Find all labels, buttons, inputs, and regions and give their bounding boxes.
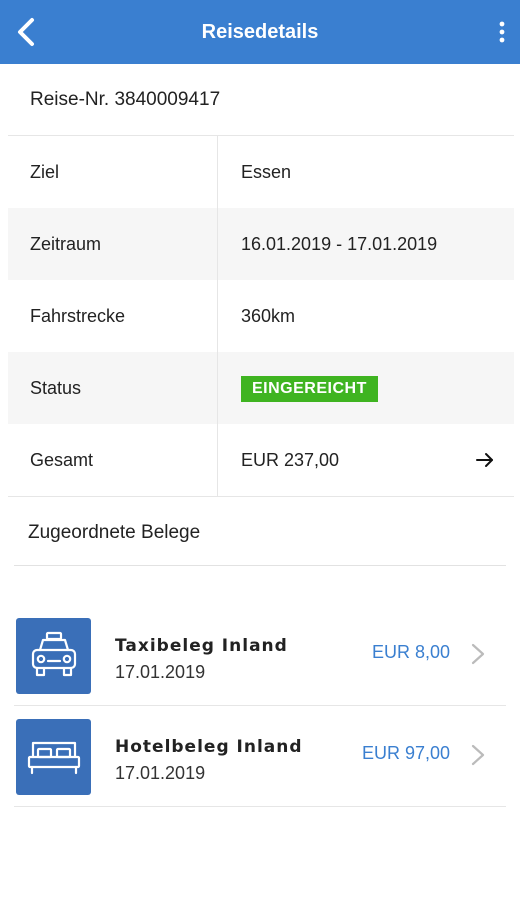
- gesamt-value: EUR 237,00: [241, 450, 340, 470]
- status-label: Status: [30, 378, 82, 398]
- ziel-value: Essen: [241, 162, 292, 182]
- back-button[interactable]: [6, 10, 46, 54]
- chevron-left-icon: [18, 18, 34, 46]
- receipt-date: 17.01.2019: [115, 763, 206, 783]
- detail-row-gesamt[interactable]: Gesamt EUR 237,00: [8, 424, 514, 496]
- detail-row-status: Status EINGEREICHT: [8, 352, 514, 424]
- detail-row-ziel: Ziel Essen: [8, 136, 514, 208]
- bed-icon: [27, 741, 80, 775]
- receipt-item-taxi[interactable]: Taxibeleg Inland 17.01.2019 EUR 8,00: [14, 606, 506, 706]
- trip-number: Reise-Nr. 3840009417: [30, 89, 221, 110]
- arrow-right-icon: [476, 453, 493, 467]
- receipts-section-title: Zugeordnete Belege: [28, 522, 201, 543]
- taxi-icon: [31, 631, 76, 677]
- trip-number-row: Reise-Nr. 3840009417: [8, 64, 514, 136]
- taxi-icon-tile: [16, 618, 91, 694]
- receipt-item-hotel[interactable]: Hotelbeleg Inland 17.01.2019 EUR 97,00: [14, 707, 506, 807]
- detail-row-zeitraum: Zeitraum 16.01.2019 - 17.01.2019: [8, 208, 514, 280]
- gesamt-arrow-button[interactable]: [474, 446, 496, 474]
- ziel-label: Ziel: [30, 162, 60, 182]
- bed-icon-tile: [16, 719, 91, 795]
- details-divider: [8, 496, 514, 497]
- zeitraum-label: Zeitraum: [30, 234, 102, 254]
- more-vertical-icon: [499, 21, 505, 43]
- more-options-button[interactable]: [488, 12, 516, 52]
- chevron-right-icon: [471, 744, 485, 766]
- chevron-right-icon: [471, 643, 485, 665]
- receipt-name: Hotelbeleg Inland: [115, 737, 303, 757]
- fahrstrecke-label: Fahrstrecke: [30, 306, 126, 326]
- section-divider: [14, 565, 506, 566]
- page-title: Reisedetails: [201, 21, 319, 43]
- receipt-amount: EUR 97,00: [361, 743, 450, 763]
- receipt-amount: EUR 8,00: [371, 642, 450, 662]
- zeitraum-value: 16.01.2019 - 17.01.2019: [241, 234, 438, 254]
- gesamt-label: Gesamt: [30, 450, 94, 470]
- fahrstrecke-value: 360km: [241, 306, 296, 326]
- column-divider: [217, 136, 218, 496]
- status-badge: EINGEREICHT: [241, 376, 378, 402]
- receipt-name: Taxibeleg Inland: [115, 636, 288, 656]
- detail-row-fahrstrecke: Fahrstrecke 360km: [8, 280, 514, 352]
- trip-details-table: Ziel Essen Zeitraum 16.01.2019 - 17.01.2…: [8, 136, 514, 496]
- receipt-date: 17.01.2019: [115, 662, 206, 682]
- app-bar: Reisedetails: [0, 0, 520, 64]
